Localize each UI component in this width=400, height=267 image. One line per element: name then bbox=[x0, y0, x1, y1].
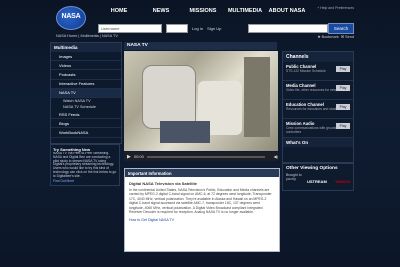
nav-about[interactable]: ABOUT NASA bbox=[266, 8, 308, 14]
sidebar-item-podcasts[interactable]: Podcasts bbox=[51, 70, 121, 80]
promo-link[interactable]: Find Out More bbox=[53, 179, 117, 184]
login-link[interactable]: Log In bbox=[192, 26, 203, 31]
promo-text: NASA TV Via Peer-to-Peer Streaming. NASA… bbox=[53, 152, 117, 178]
channel-mission-audio: Mission Audio Crew communications with g… bbox=[283, 119, 353, 138]
bookmark-icon[interactable]: ★ bbox=[317, 35, 320, 39]
info-heading: Important Information bbox=[125, 169, 279, 177]
search-input[interactable] bbox=[248, 24, 328, 33]
search-button[interactable]: Search bbox=[328, 23, 354, 34]
password-field[interactable] bbox=[166, 23, 188, 33]
send-link[interactable]: Send bbox=[345, 35, 354, 39]
login-bar: Username Log In Sign Up bbox=[98, 23, 221, 33]
sidebar-item-interactive[interactable]: Interactive Features bbox=[51, 80, 121, 89]
video-frame-wall bbox=[244, 57, 270, 137]
play-button[interactable]: Play bbox=[336, 123, 350, 129]
ustream-logo[interactable]: USTREAM bbox=[307, 179, 327, 184]
main-nav: HOME NEWS MISSIONS MULTIMEDIA ABOUT NASA bbox=[98, 8, 308, 14]
play-button[interactable]: Play bbox=[336, 85, 350, 91]
channels-panel: Channels Public Channel STS-122 Mission … bbox=[282, 51, 354, 163]
seek-bar[interactable] bbox=[146, 155, 265, 158]
sidebar-item-workbook[interactable]: WorkBookNASA bbox=[51, 128, 121, 138]
nasa-logo[interactable]: NASA bbox=[56, 6, 86, 30]
player-heading: NASA TV bbox=[124, 42, 277, 50]
page-tools: ★ Bookmark ✉ Send bbox=[317, 34, 354, 39]
channel-education: Education Channel Resources for educator… bbox=[283, 100, 353, 119]
sidebar-heading: Multimedia bbox=[51, 43, 121, 52]
send-icon[interactable]: ✉ bbox=[341, 35, 344, 39]
sidebar-item-blogs[interactable]: Blogs bbox=[51, 119, 121, 129]
nav-news[interactable]: NEWS bbox=[140, 8, 182, 14]
breadcrumb-nasatv: NASA TV bbox=[101, 34, 118, 38]
info-title: Digital NASA Television via Satellite bbox=[129, 181, 198, 186]
play-button[interactable]: Play bbox=[336, 104, 350, 110]
help-link[interactable]: + Help and Preferences bbox=[317, 6, 354, 10]
info-panel: Important Information Digital NASA Telev… bbox=[124, 168, 280, 252]
sidebar-item-rss[interactable]: RSS Feeds bbox=[51, 110, 121, 120]
other-heading: Other Viewing Options bbox=[286, 166, 338, 171]
info-text: In the continental United States, NASA T… bbox=[129, 188, 272, 215]
brought-by-label: Brought to you by bbox=[286, 173, 302, 181]
whats-on-link[interactable]: What's On bbox=[283, 138, 353, 147]
signup-link[interactable]: Sign Up bbox=[207, 26, 221, 31]
player-controls: ▶ 00:00 ◀) bbox=[124, 152, 278, 161]
sidebar-item-nasatv[interactable]: NASA TV bbox=[51, 88, 121, 98]
play-button[interactable]: Play bbox=[336, 66, 350, 72]
info-link[interactable]: How to Get Digital NASA TV bbox=[125, 214, 279, 226]
time-display: 00:00 bbox=[133, 154, 144, 159]
play-icon[interactable]: ▶ bbox=[127, 154, 131, 160]
video-player[interactable] bbox=[124, 51, 278, 151]
yahoo-logo[interactable]: YAHOO! bbox=[335, 179, 351, 184]
volume-icon[interactable]: ◀) bbox=[274, 154, 278, 159]
username-field[interactable]: Username bbox=[98, 23, 162, 33]
sidebar-item-images[interactable]: Images bbox=[51, 52, 121, 62]
other-viewing-options: Other Viewing Options Brought to you by … bbox=[282, 163, 354, 191]
breadcrumb-home[interactable]: NASA Home bbox=[56, 34, 77, 38]
sidebar: Multimedia Images Videos Podcasts Intera… bbox=[50, 42, 122, 144]
bookmark-link[interactable]: Bookmark bbox=[322, 35, 339, 39]
channel-public: Public Channel STS-122 Mission Schedule … bbox=[283, 62, 353, 81]
page: NASA HOME NEWS MISSIONS MULTIMEDIA ABOUT… bbox=[0, 0, 400, 267]
breadcrumb-multimedia[interactable]: Multimedia bbox=[80, 34, 98, 38]
channels-heading: Channels bbox=[283, 52, 353, 62]
logo-text: NASA bbox=[61, 13, 81, 20]
video-frame-astronaut bbox=[142, 65, 196, 129]
video-frame-crew bbox=[160, 121, 210, 143]
breadcrumb: NASA Home | Multimedia | NASA TV bbox=[56, 34, 118, 38]
promo-box: Try Something New NASA TV Via Peer-to-Pe… bbox=[50, 144, 120, 186]
sidebar-item-videos[interactable]: Videos bbox=[51, 61, 121, 71]
nav-multimedia[interactable]: MULTIMEDIA bbox=[224, 8, 266, 14]
nav-home[interactable]: HOME bbox=[98, 8, 140, 14]
channel-media: Media Channel Video file, other resource… bbox=[283, 81, 353, 100]
nav-missions[interactable]: MISSIONS bbox=[182, 8, 224, 14]
